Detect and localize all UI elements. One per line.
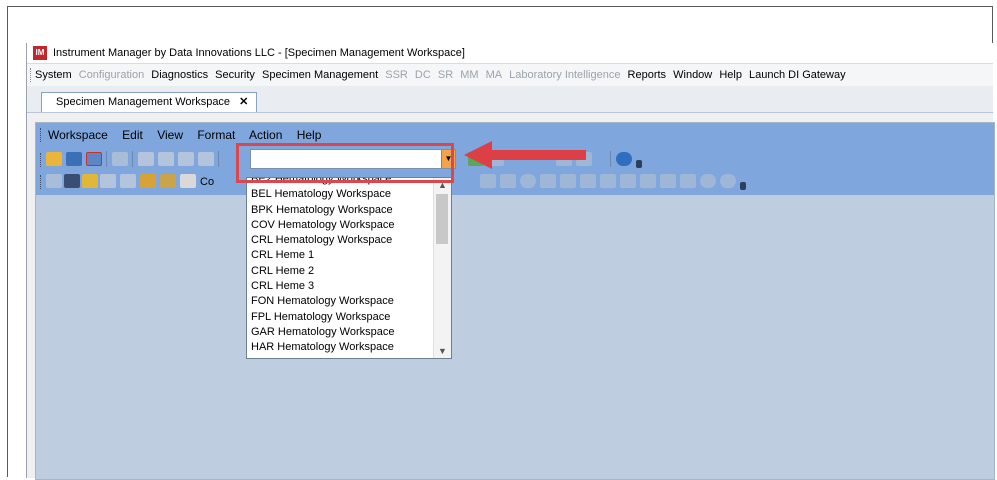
callout-highlight-box xyxy=(236,143,454,183)
document-tab-strip: Specimen Management Workspace ✕ xyxy=(27,86,993,113)
dropdown-item[interactable]: BEL Hematology Workspace xyxy=(251,187,433,202)
ws-menu-help[interactable]: Help xyxy=(297,128,322,142)
main-menu-bar: System Configuration Diagnostics Securit… xyxy=(27,64,993,86)
ws-menu-edit[interactable]: Edit xyxy=(122,128,143,142)
dropdown-item[interactable]: GAR Hematology Workspace xyxy=(251,325,433,340)
app-logo-icon: IM xyxy=(33,46,47,60)
toolbar-overflow-icon[interactable] xyxy=(740,182,746,190)
dropdown-item[interactable]: BPK Hematology Workspace xyxy=(251,203,433,218)
toolbar-action-icon[interactable] xyxy=(680,174,696,188)
tab-specimen-management-workspace[interactable]: Specimen Management Workspace ✕ xyxy=(41,92,258,112)
barcode-icon[interactable] xyxy=(640,174,656,188)
stop-icon[interactable] xyxy=(720,174,736,188)
group-icon[interactable] xyxy=(82,174,98,188)
help-icon[interactable] xyxy=(616,152,632,166)
scrollbar-thumb[interactable] xyxy=(436,194,448,244)
toolbar-action-icon[interactable] xyxy=(600,174,616,188)
menu-laboratory-intelligence[interactable]: Laboratory Intelligence xyxy=(509,69,620,81)
workspace-panel: Workspace Edit View Format Action Help ▼… xyxy=(35,122,995,480)
menu-window[interactable]: Window xyxy=(673,69,712,81)
menu-grip xyxy=(30,68,33,82)
menu-reports[interactable]: Reports xyxy=(628,69,667,81)
cancel-icon[interactable] xyxy=(520,174,536,188)
copy-icon[interactable] xyxy=(158,152,174,166)
dropdown-item[interactable]: CRL Heme 3 xyxy=(251,279,433,294)
toolbar-partial-label: Co xyxy=(200,176,215,188)
close-icon[interactable] xyxy=(580,174,596,188)
menu-help[interactable]: Help xyxy=(719,69,742,81)
find-icon[interactable] xyxy=(198,152,214,166)
toolbar-separator xyxy=(218,151,219,167)
properties-icon[interactable] xyxy=(100,174,116,188)
dropdown-item[interactable]: FPL Hematology Workspace xyxy=(251,310,433,325)
ws-menu-view[interactable]: View xyxy=(157,128,183,142)
menu-security[interactable]: Security xyxy=(215,69,255,81)
info-icon[interactable] xyxy=(700,174,716,188)
ws-menu-workspace[interactable]: Workspace xyxy=(48,128,108,142)
close-tab-icon[interactable]: ✕ xyxy=(239,96,248,108)
dropdown-item[interactable]: HAR Hematology Workspace xyxy=(251,340,433,355)
menu-specimen-management[interactable]: Specimen Management xyxy=(262,69,378,81)
dropdown-item[interactable]: CRL Heme 2 xyxy=(251,264,433,279)
filter-icon[interactable] xyxy=(64,174,80,188)
cut-icon[interactable] xyxy=(138,152,154,166)
delete-workspace-icon[interactable] xyxy=(86,152,102,166)
notes-icon[interactable] xyxy=(160,174,176,188)
menu-ma[interactable]: MA xyxy=(486,69,503,81)
scroll-down-icon[interactable]: ▼ xyxy=(434,344,451,358)
dropdown-scrollbar[interactable]: ▲ ▼ xyxy=(433,178,451,358)
callout-arrow-shaft xyxy=(490,150,586,160)
dropdown-item[interactable]: CRL Hematology Workspace xyxy=(251,233,433,248)
menu-ssr[interactable]: SSR xyxy=(385,69,408,81)
workspace-dropdown-list[interactable]: BE2 Hematology Workspace BEL Hematology … xyxy=(246,177,452,359)
lock-icon[interactable] xyxy=(140,174,156,188)
menu-system[interactable]: System xyxy=(35,69,72,81)
toolbar-separator xyxy=(132,151,133,167)
toolbar-action-icon[interactable] xyxy=(620,174,636,188)
save-icon[interactable] xyxy=(66,152,82,166)
application-window: IM Instrument Manager by Data Innovation… xyxy=(26,43,995,480)
toolbar-action-icon[interactable] xyxy=(500,174,516,188)
toolbar-action-icon[interactable] xyxy=(540,174,556,188)
workspace-menu-grip xyxy=(40,128,43,142)
callout-arrow-icon xyxy=(464,141,492,169)
toolbar-action-icon[interactable] xyxy=(560,174,576,188)
toolbar-overflow-icon[interactable] xyxy=(636,160,642,168)
toolbar-separator xyxy=(610,151,611,167)
toolbar1-grip xyxy=(40,153,43,167)
window-title: Instrument Manager by Data Innovations L… xyxy=(53,47,465,59)
tab-label: Specimen Management Workspace xyxy=(56,96,231,108)
menu-mm[interactable]: MM xyxy=(460,69,478,81)
title-bar: IM Instrument Manager by Data Innovation… xyxy=(27,43,993,64)
toolbar-action-icon[interactable] xyxy=(480,174,496,188)
toolbar-separator xyxy=(106,151,107,167)
toolbar2-grip xyxy=(40,175,43,189)
toolbar-action-icon[interactable] xyxy=(660,174,676,188)
print-icon[interactable] xyxy=(112,152,128,166)
layout-icon[interactable] xyxy=(120,174,136,188)
font-icon[interactable] xyxy=(46,174,62,188)
menu-sr[interactable]: SR xyxy=(438,69,453,81)
dropdown-item[interactable]: FON Hematology Workspace xyxy=(251,294,433,309)
menu-configuration[interactable]: Configuration xyxy=(79,69,144,81)
open-folder-icon[interactable] xyxy=(46,152,62,166)
document-icon[interactable] xyxy=(180,174,196,188)
ws-menu-format[interactable]: Format xyxy=(197,128,235,142)
menu-diagnostics[interactable]: Diagnostics xyxy=(151,69,208,81)
dropdown-item[interactable]: CRL Heme 1 xyxy=(251,248,433,263)
menu-dc[interactable]: DC xyxy=(415,69,431,81)
paste-icon[interactable] xyxy=(178,152,194,166)
ws-menu-action[interactable]: Action xyxy=(249,128,282,142)
workspace-menu-bar: Workspace Edit View Format Action Help xyxy=(36,123,994,147)
menu-launch-di-gateway[interactable]: Launch DI Gateway xyxy=(749,69,846,81)
dropdown-item[interactable]: COV Hematology Workspace xyxy=(251,218,433,233)
